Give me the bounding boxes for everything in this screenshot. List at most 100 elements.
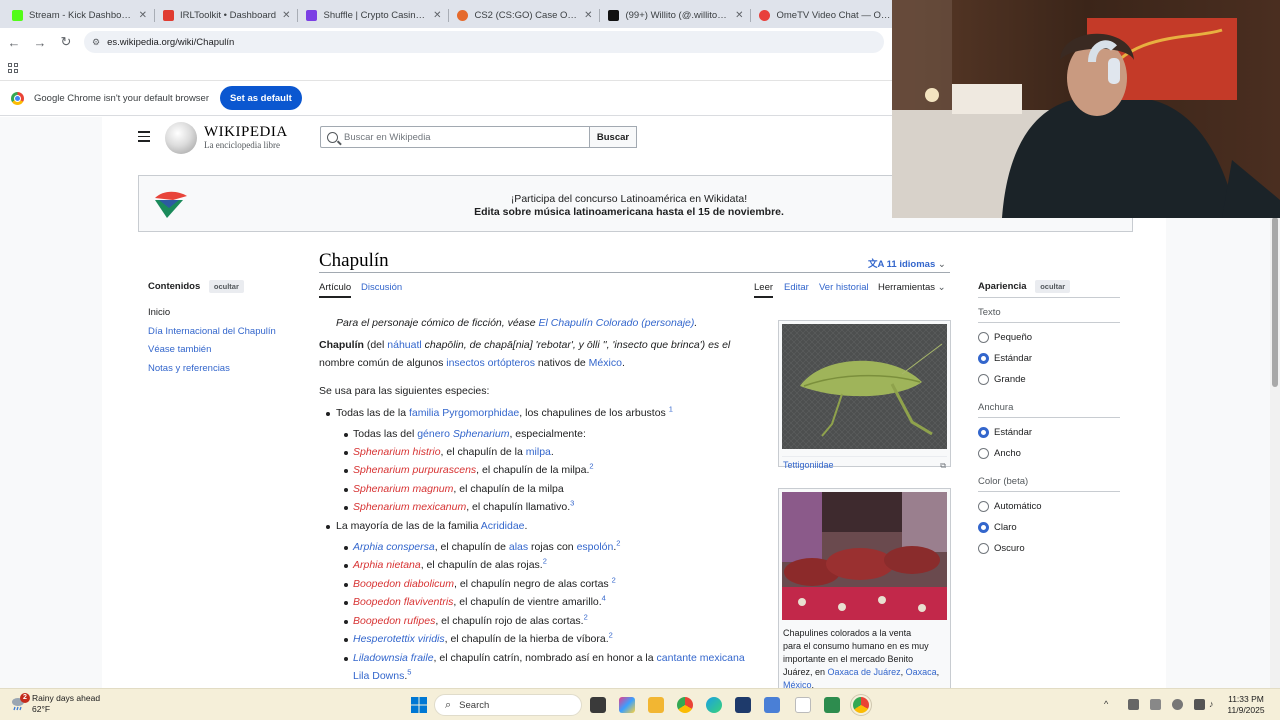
tab-irltoolkit[interactable]: IRLToolkit • Dashboard ✕ bbox=[155, 2, 299, 28]
address-bar[interactable]: ⚙ es.wikipedia.org/wiki/Chapulín bbox=[84, 31, 884, 53]
katydid-photo[interactable] bbox=[782, 324, 947, 449]
chapulines-market-photo[interactable] bbox=[782, 492, 947, 620]
link-lila-downs[interactable]: Lila Downs bbox=[353, 670, 404, 682]
link-alas[interactable]: alas bbox=[509, 541, 528, 553]
tab-ometv[interactable]: OmeTV Video Chat — Omegl... bbox=[751, 2, 903, 28]
toc-item-notas[interactable]: Notas y referencias bbox=[148, 363, 230, 374]
search-input[interactable]: Buscar en Wikipedia bbox=[320, 126, 590, 148]
tab-read[interactable]: Leer bbox=[754, 282, 774, 298]
reference-link[interactable]: 5 bbox=[407, 668, 411, 677]
radio-text-standard[interactable]: Estándar bbox=[978, 353, 1032, 364]
link-sphenarium[interactable]: Sphenarium bbox=[453, 428, 510, 440]
redlink[interactable]: Boopedon diabolicum bbox=[353, 578, 454, 590]
close-icon[interactable]: ✕ bbox=[735, 10, 743, 21]
link-mexico-caption[interactable]: México bbox=[783, 680, 812, 688]
enlarge-icon[interactable]: ⧉ bbox=[940, 459, 946, 472]
link-oaxaca-de-juarez[interactable]: Oaxaca de Juárez bbox=[828, 667, 901, 677]
copilot-icon[interactable] bbox=[619, 697, 635, 713]
radio-color-auto[interactable]: Automático bbox=[978, 501, 1042, 512]
hatnote-link[interactable]: El Chapulín Colorado (personaje) bbox=[539, 317, 695, 329]
link-acrididae[interactable]: Acrididae bbox=[481, 520, 525, 532]
link-hesperotettix-viridis[interactable]: Hesperotettix viridis bbox=[353, 633, 445, 645]
radio-button[interactable] bbox=[978, 332, 989, 343]
close-icon[interactable]: ✕ bbox=[584, 10, 592, 21]
task-view-icon[interactable] bbox=[590, 697, 606, 713]
link-arphia-conspersa[interactable]: Arphia conspersa bbox=[353, 541, 435, 553]
link-cantante-mexicana[interactable]: cantante mexicana bbox=[657, 652, 745, 664]
tools-menu[interactable]: Herramientas ⌄ bbox=[878, 282, 946, 293]
redlink[interactable]: Boopedon rufipes bbox=[353, 615, 435, 627]
languages-button[interactable]: 文A 11 idiomas ⌄ bbox=[868, 256, 946, 270]
tab-history[interactable]: Ver historial bbox=[819, 282, 869, 293]
link-milpa[interactable]: milpa bbox=[526, 446, 551, 458]
search-button[interactable]: Buscar bbox=[589, 126, 637, 148]
link-espolon[interactable]: espolón bbox=[577, 541, 614, 553]
redlink[interactable]: Boopedon flaviventris bbox=[353, 596, 453, 608]
wikipedia-wordmark[interactable]: WIKIPEDIA bbox=[204, 124, 288, 141]
tab-article[interactable]: Artículo bbox=[319, 282, 352, 298]
chrome-active-icon[interactable] bbox=[853, 697, 869, 713]
chrome-taskbar-icon[interactable] bbox=[677, 697, 693, 713]
radio-text-large[interactable]: Grande bbox=[978, 374, 1026, 385]
tab-edit[interactable]: Editar bbox=[784, 282, 809, 293]
toc-hide-button[interactable]: ocultar bbox=[208, 280, 244, 293]
link-mexico[interactable]: México bbox=[589, 357, 622, 369]
reference-link[interactable]: 1 bbox=[669, 405, 673, 414]
redlink[interactable]: Arphia nietana bbox=[353, 559, 421, 571]
link-oaxaca[interactable]: Oaxaca bbox=[906, 667, 937, 677]
radio-color-light[interactable]: Claro bbox=[978, 522, 1017, 533]
obs-icon[interactable] bbox=[795, 697, 811, 713]
weather-widget[interactable]: 2 Rainy days ahead 62°F bbox=[10, 693, 100, 715]
store-icon[interactable] bbox=[735, 697, 751, 713]
link-nahuatl[interactable]: náhuatl bbox=[387, 339, 421, 351]
reference-link[interactable]: 2 bbox=[616, 539, 620, 548]
windows-start-icon[interactable] bbox=[411, 697, 427, 713]
scrollbar-thumb[interactable] bbox=[1272, 217, 1278, 387]
link-pyrgomorphidae[interactable]: familia Pyrgomorphidae bbox=[409, 407, 519, 419]
close-icon[interactable]: ✕ bbox=[433, 10, 441, 21]
taskbar-clock[interactable]: 11:33 PM 11/9/2025 bbox=[1220, 694, 1272, 716]
tab-tiktok[interactable]: (99+) Willito (@.willito) | TikTo... ✕ bbox=[600, 2, 752, 28]
redlink[interactable]: Sphenarium histrio bbox=[353, 446, 441, 458]
file-explorer-icon[interactable] bbox=[648, 697, 664, 713]
tray-network-icon[interactable] bbox=[1128, 699, 1139, 710]
toc-item-vease-tambien[interactable]: Véase también bbox=[148, 344, 211, 355]
toc-item-dia-internacional[interactable]: Día Internacional del Chapulín bbox=[148, 326, 276, 337]
tray-display-icon[interactable] bbox=[1194, 699, 1205, 710]
link-liladownsia-fraile[interactable]: Liladownsia fraile bbox=[353, 652, 434, 664]
site-info-icon[interactable]: ⚙ bbox=[92, 37, 100, 48]
reference-link[interactable]: 3 bbox=[570, 499, 574, 508]
link-tettigoniidae[interactable]: Tettigoniidae bbox=[783, 459, 834, 472]
radio-button-selected[interactable] bbox=[978, 522, 989, 533]
taskbar-search-input[interactable]: ⌕ Search bbox=[434, 694, 582, 716]
app-icon[interactable] bbox=[764, 697, 780, 713]
redlink[interactable]: Sphenarium purpurascens bbox=[353, 464, 476, 476]
radio-button-selected[interactable] bbox=[978, 427, 989, 438]
main-menu-icon[interactable] bbox=[138, 131, 150, 145]
radio-color-dark[interactable]: Oscuro bbox=[978, 543, 1025, 554]
reload-icon[interactable]: ↻ bbox=[54, 30, 78, 54]
reference-link[interactable]: 4 bbox=[602, 594, 606, 603]
tray-app-icon[interactable] bbox=[1150, 699, 1161, 710]
radio-button[interactable] bbox=[978, 374, 989, 385]
reference-link[interactable]: 2 bbox=[584, 613, 588, 622]
tab-kick-dashboard[interactable]: Stream - Kick Dashboard ✕ bbox=[4, 2, 155, 28]
reference-link[interactable]: 2 bbox=[609, 631, 613, 640]
tab-discussion[interactable]: Discusión bbox=[361, 282, 402, 293]
apps-grid-icon[interactable] bbox=[8, 63, 18, 73]
reference-link[interactable]: 2 bbox=[543, 557, 547, 566]
close-icon[interactable]: ✕ bbox=[282, 10, 290, 21]
radio-text-small[interactable]: Pequeño bbox=[978, 332, 1032, 343]
radio-button[interactable] bbox=[978, 543, 989, 554]
speaker-icon[interactable]: ♪ bbox=[1209, 699, 1220, 710]
reference-link[interactable]: 2 bbox=[612, 576, 616, 585]
radio-button[interactable] bbox=[978, 501, 989, 512]
radio-width-standard[interactable]: Estándar bbox=[978, 427, 1032, 438]
tab-cs2-case-opening[interactable]: CS2 (CS:GO) Case Opening W... ✕ bbox=[449, 2, 601, 28]
forward-arrow-icon[interactable]: → bbox=[28, 30, 52, 54]
tray-mic-icon[interactable] bbox=[1172, 699, 1183, 710]
radio-button[interactable] bbox=[978, 448, 989, 459]
tab-shuffle[interactable]: Shuffle | Crypto Casino & Bo... ✕ bbox=[298, 2, 450, 28]
toc-item-inicio[interactable]: Inicio bbox=[148, 307, 170, 318]
redlink[interactable]: Sphenarium magnum bbox=[353, 483, 453, 495]
